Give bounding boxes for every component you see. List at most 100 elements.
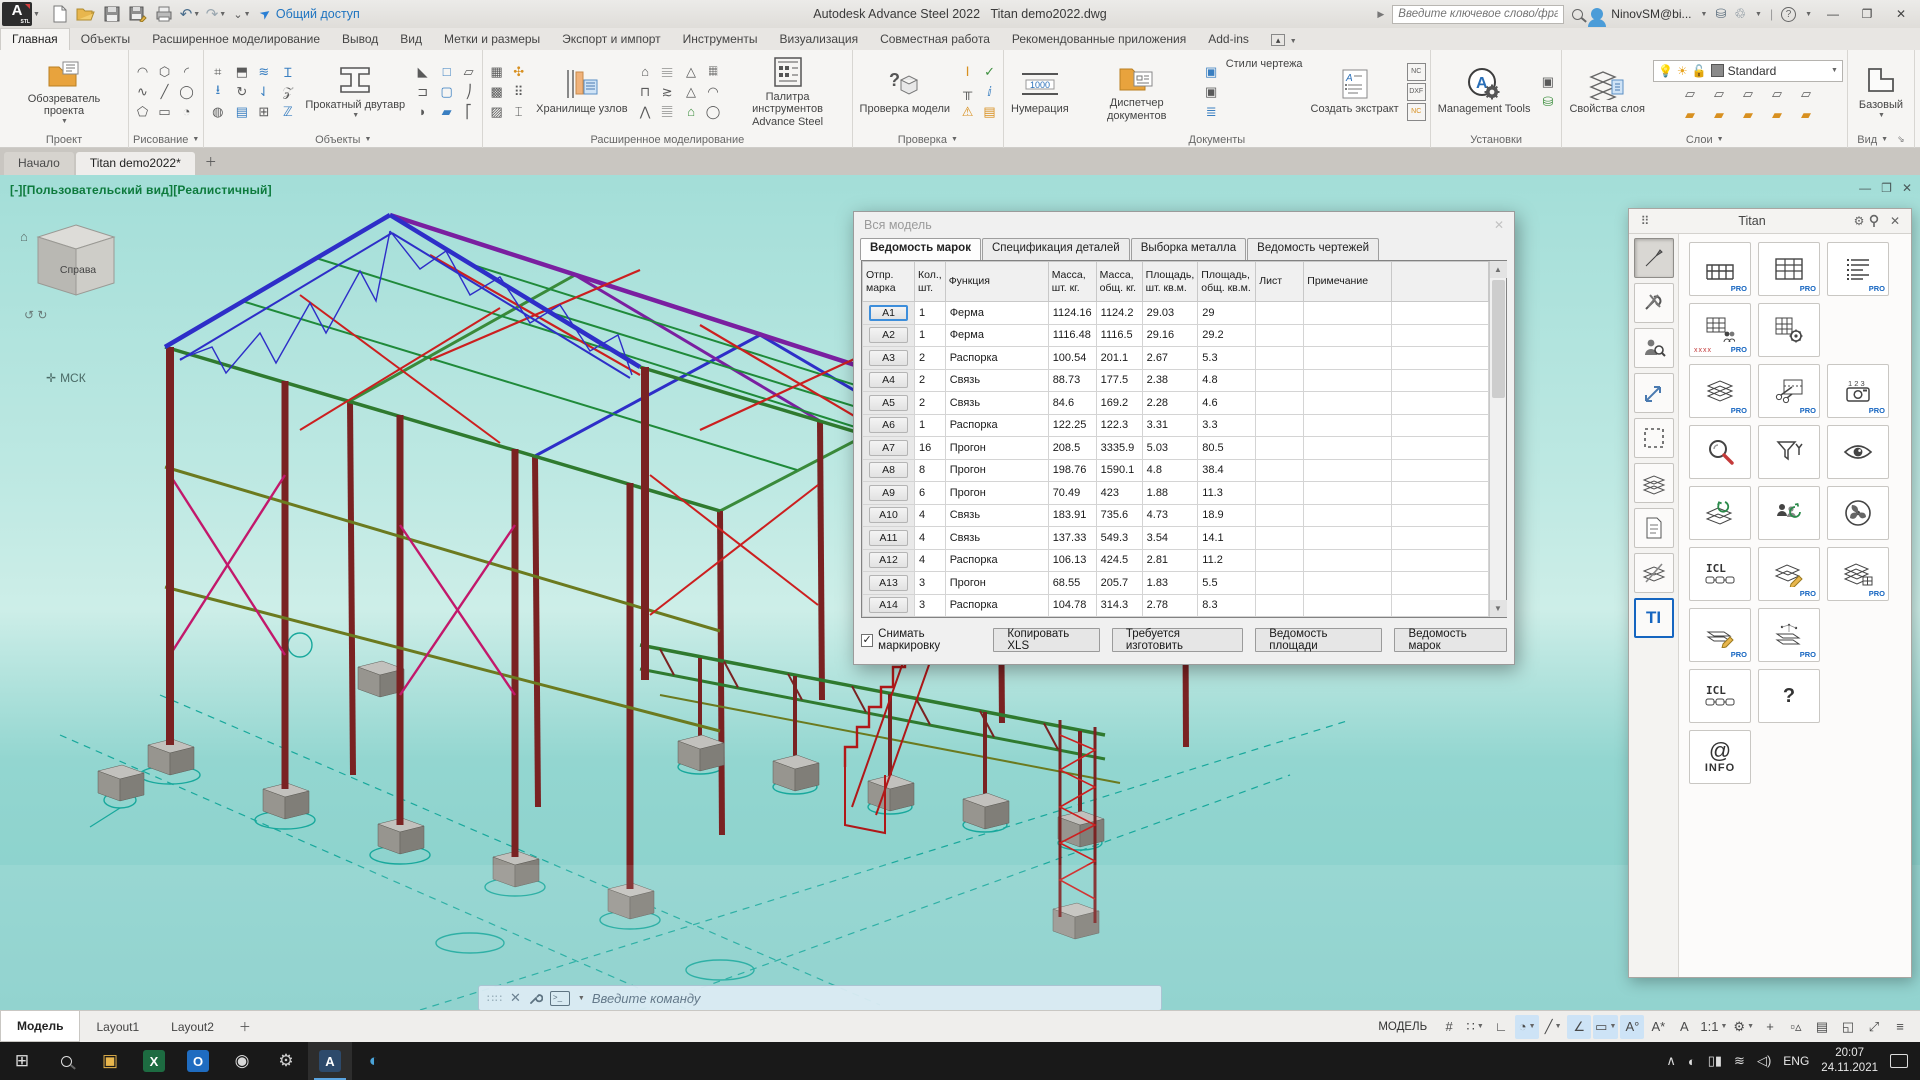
cell[interactable]: 2.38 — [1142, 369, 1198, 392]
model-space-label[interactable]: МОДЕЛЬ — [1370, 1017, 1435, 1037]
command-caret[interactable]: ▼ — [578, 995, 585, 1002]
cell[interactable]: 3 — [915, 572, 946, 595]
zbeam-icon[interactable]: 𝒵 — [278, 83, 297, 101]
undo-button[interactable]: ↶▼ — [180, 4, 200, 24]
cell[interactable]: A10 — [863, 504, 915, 527]
ribbon-tab-add-ins[interactable]: Add-ins — [1197, 29, 1260, 50]
share-button[interactable]: ➤ Общий доступ — [260, 6, 360, 22]
layer-walk-icon[interactable]: ▰ — [1767, 106, 1786, 124]
line-icon[interactable]: ╱ — [155, 83, 174, 101]
ribbon-group-label[interactable]: Слои▼ — [1566, 131, 1842, 148]
cell[interactable] — [1304, 392, 1392, 415]
poly-icon[interactable]: ⬡ — [155, 63, 174, 81]
status-graphics-performance[interactable]: ▤ — [1810, 1015, 1834, 1039]
cell[interactable]: 2 — [915, 369, 946, 392]
search-icon[interactable] — [1572, 9, 1583, 20]
cell[interactable]: 104.78 — [1048, 594, 1096, 617]
column-header-6[interactable]: Площадь,общ. кв.м. — [1198, 262, 1256, 302]
command-input[interactable]: Введите команду — [592, 991, 701, 1006]
ribbon-group-label[interactable]: Рисование▼ — [133, 131, 199, 148]
cell[interactable]: 208.5 — [1048, 437, 1096, 460]
cell[interactable]: A4 — [863, 369, 915, 392]
palette-button-e-lines[interactable]: PRO — [1827, 242, 1889, 296]
cell[interactable]: 198.76 — [1048, 459, 1096, 482]
dxf-icon[interactable]: DXF — [1407, 83, 1426, 101]
cell[interactable]: A11 — [863, 527, 915, 550]
autodesk-app-icon[interactable]: ♲ — [1734, 6, 1746, 22]
taskbar-search-icon[interactable] — [44, 1042, 88, 1080]
viewport-controls[interactable]: [-][Пользовательский вид][Реалистичный] — [10, 183, 272, 197]
bulb-icon[interactable]: 💡 — [1658, 64, 1673, 78]
cell[interactable]: A14 — [863, 594, 915, 617]
taskbar-outlook-icon[interactable]: O — [176, 1042, 220, 1080]
taskbar-chrome-icon[interactable]: ◉ — [220, 1042, 264, 1080]
status-fullscreen[interactable]: ⤢ — [1862, 1015, 1886, 1039]
cell[interactable]: A5 — [863, 392, 915, 415]
autodesk-app-caret[interactable]: ▼ — [1755, 11, 1762, 18]
clash-icon[interactable]: ⚠ — [958, 103, 977, 121]
cell[interactable]: 122.25 — [1048, 414, 1096, 437]
table-row[interactable]: A143Распорка104.78314.32.788.3 — [863, 594, 1489, 617]
cell[interactable]: 4.6 — [1198, 392, 1256, 415]
taskbar-settings-icon[interactable]: ⚙ — [264, 1042, 308, 1080]
palette-button-fan[interactable] — [1827, 486, 1889, 540]
palette-tool-person-search[interactable] — [1634, 328, 1674, 368]
bolt-icon[interactable]: ⌶ — [509, 103, 528, 121]
dots-icon[interactable]: ⠿ — [509, 83, 528, 101]
cell[interactable]: 18.9 — [1198, 504, 1256, 527]
ribbon-tab-рекомендованные-приложения[interactable]: Рекомендованные приложения — [1001, 29, 1197, 50]
sq1-icon[interactable]: □ — [437, 63, 456, 81]
rect-icon[interactable]: ▭ — [155, 103, 174, 121]
app-logo-icon[interactable]: A STL — [2, 2, 32, 26]
palette-tool-marquee[interactable] — [1634, 418, 1674, 458]
checkbox-icon[interactable]: ✓ — [861, 634, 873, 647]
cell[interactable] — [1256, 369, 1304, 392]
table-row[interactable]: A96Прогон70.494231.8811.3 — [863, 482, 1489, 505]
volume-icon[interactable]: ◁) — [1757, 1053, 1771, 1069]
cell[interactable]: 1 — [915, 324, 946, 347]
cell[interactable]: 2.67 — [1142, 347, 1198, 370]
cell[interactable] — [1256, 347, 1304, 370]
help-caret[interactable]: ▼ — [1805, 11, 1812, 18]
cell[interactable] — [1256, 504, 1304, 527]
layer-thaw-icon[interactable]: ▰ — [1709, 106, 1728, 124]
cell[interactable] — [1304, 347, 1392, 370]
ribbon-tab-расширенное-моделирование[interactable]: Расширенное моделирование — [141, 29, 331, 50]
cell[interactable]: 84.6 — [1048, 392, 1096, 415]
status-autoscale[interactable]: A* — [1646, 1015, 1670, 1039]
cell[interactable] — [1304, 414, 1392, 437]
gable-icon[interactable]: ⌂ — [636, 63, 655, 81]
cell[interactable]: Связь — [945, 369, 1048, 392]
beam-split-icon[interactable]: ≋ — [254, 63, 273, 81]
save-button[interactable] — [102, 4, 122, 24]
ellipse-c-icon[interactable]: ◔ — [177, 103, 196, 121]
cell[interactable]: 4 — [915, 504, 946, 527]
cell[interactable]: 38.4 — [1198, 459, 1256, 482]
cell[interactable]: 183.91 — [1048, 504, 1096, 527]
sq2-icon[interactable]: ▢ — [437, 83, 456, 101]
status-object-snap[interactable]: ▭▼ — [1593, 1015, 1618, 1039]
layer-combo[interactable]: 💡 ☀ 🔓 Standard ▼ — [1653, 60, 1843, 82]
palette-button-grid-people[interactable]: PROxxxx — [1689, 303, 1751, 357]
ribbon-tab-метки-и-размеры[interactable]: Метки и размеры — [433, 29, 551, 50]
button-копировать-xls[interactable]: Копировать XLS — [993, 628, 1099, 652]
cell[interactable]: 11.3 — [1198, 482, 1256, 505]
remove-marking-checkbox[interactable]: ✓ Снимать маркировку — [861, 628, 981, 652]
cell[interactable] — [1304, 572, 1392, 595]
ribbon-button-нумерация[interactable]: 1000Нумерация — [1008, 66, 1072, 117]
redo-button[interactable]: ↷▼ — [206, 4, 226, 24]
deck-icon[interactable]: 𝄚 — [658, 103, 677, 121]
truss-icon[interactable]: ⋀ — [636, 103, 655, 121]
column-header-5[interactable]: Площадь,шт. кв.м. — [1142, 262, 1198, 302]
palette-tool-layers-flat[interactable] — [1634, 463, 1674, 503]
palette-button-layers-stack[interactable]: PRO — [1689, 364, 1751, 418]
cell[interactable]: 1 — [915, 302, 946, 325]
spline-icon[interactable]: ∿ — [133, 83, 152, 101]
ribbon-group-label[interactable]: Объекты▼ — [208, 131, 478, 148]
new-file-tab-button[interactable]: ＋ — [197, 150, 225, 175]
beam-drop-icon[interactable]: ⇃ — [254, 83, 273, 101]
palette-button-table-grid[interactable]: PRO — [1758, 242, 1820, 296]
cell[interactable]: Ферма — [945, 302, 1048, 325]
cell[interactable]: A3 — [863, 347, 915, 370]
cell[interactable] — [1256, 572, 1304, 595]
